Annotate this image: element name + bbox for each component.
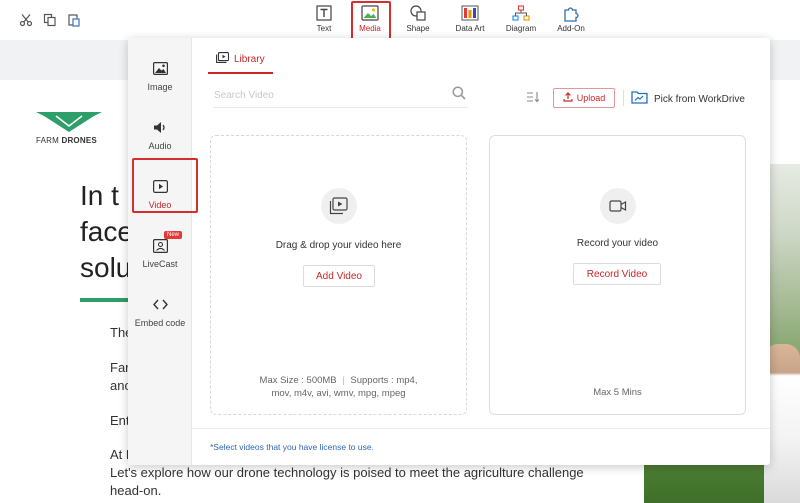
heading-line: face (80, 216, 133, 247)
diagram-icon (511, 4, 531, 22)
paragraph: Far (110, 360, 130, 375)
logo-text-light: FARM (36, 136, 60, 145)
image-icon (151, 61, 169, 77)
sidebar-item-label: Embed code (134, 317, 186, 328)
media-type-sidebar: Image Audio Video New LiveCast Embed cod… (128, 38, 198, 465)
toolbar-divider (623, 90, 624, 106)
search-icon[interactable] (452, 86, 466, 105)
search-input[interactable] (214, 84, 434, 106)
copy-icon[interactable] (42, 12, 58, 28)
video-highlight-box (132, 158, 198, 213)
upload-button[interactable]: Upload (553, 88, 615, 108)
page-heading: In t face solu (80, 178, 133, 286)
heading-line: In t (80, 180, 119, 211)
workdrive-label: Pick from WorkDrive (654, 94, 745, 105)
top-toolbar: Text Media Shape Data Art Diagram Add-On (0, 0, 800, 41)
add-video-button[interactable]: Add Video (303, 265, 375, 287)
pick-from-workdrive[interactable]: Pick from WorkDrive (631, 90, 745, 109)
speaker-icon (151, 120, 169, 136)
toolbar-diagram[interactable]: Diagram (498, 4, 544, 36)
sort-icon[interactable] (526, 90, 540, 108)
logo-text-bold: DRONES (61, 136, 97, 145)
heading-underline (80, 298, 130, 302)
sidebar-item-label: LiveCast (142, 258, 178, 269)
footer-divider (192, 428, 770, 429)
paragraph: Let's explore how our drone technology i… (110, 465, 584, 480)
upload-label: Upload (576, 93, 606, 103)
toolbar-add-on-label: Add-On (557, 24, 585, 33)
sidebar-item-label: Image (147, 81, 173, 92)
formats-text: mov, m4v, avi, wmv, mpg, mpeg (271, 388, 406, 399)
toolbar-add-on[interactable]: Add-On (548, 4, 594, 36)
sidebar-item-embed-code[interactable]: Embed code (128, 284, 192, 340)
farm-drones-logo (36, 112, 102, 132)
text-box-icon (314, 4, 334, 22)
license-note: *Select videos that you have license to … (210, 442, 374, 452)
record-limit: Max 5 Mins (593, 387, 642, 398)
toolbar-data-art[interactable]: Data Art (447, 4, 493, 36)
supports-text: Supports : mp4, (350, 375, 418, 386)
paragraph: head-on. (110, 483, 162, 498)
toolbar-text-label: Text (316, 24, 332, 33)
record-video-card: Record your video Record Video Max 5 Min… (489, 135, 746, 415)
library-icon (216, 50, 230, 68)
cut-icon[interactable] (18, 12, 34, 28)
record-title: Record your video (576, 238, 659, 249)
workdrive-icon (631, 90, 648, 109)
shape-icon (408, 4, 428, 22)
media-highlight-box (351, 1, 391, 41)
livecast-icon (151, 238, 169, 254)
upload-icon (563, 89, 573, 107)
camera-icon (600, 188, 636, 224)
sidebar-item-livecast[interactable]: New LiveCast (128, 225, 192, 281)
new-badge: New (164, 231, 183, 239)
bar-chart-icon (460, 4, 480, 22)
record-video-button[interactable]: Record Video (573, 263, 661, 285)
logo-text: FARM DRONES (36, 136, 97, 145)
max-size-text: Max Size : 500MB (259, 375, 337, 386)
sidebar-item-label: Audio (148, 140, 172, 151)
toolbar-shape-label: Shape (406, 24, 430, 33)
edit-tools (0, 12, 82, 28)
upload-limits-line: Max Size : 500MB | Supports : mp4, (259, 375, 418, 386)
paste-icon[interactable] (66, 12, 82, 28)
toolbar-shape[interactable]: Shape (395, 4, 441, 36)
tab-library[interactable]: Library (208, 46, 273, 74)
heading-line: solu (80, 252, 132, 283)
drop-zone-title: Drag & drop your video here (275, 240, 402, 251)
video-upload-icon (321, 188, 357, 224)
search-video-box (214, 84, 468, 108)
toolbar-data-art-label: Data Art (455, 24, 485, 33)
tab-library-label: Library (234, 53, 265, 65)
code-icon (151, 297, 169, 313)
toolbar-diagram-label: Diagram (505, 24, 537, 33)
toolbar-text[interactable]: Text (301, 4, 347, 36)
upload-limits: Max Size : 500MB | Supports : mp4, mov, … (211, 374, 466, 400)
paragraph: Ent (110, 413, 130, 428)
upload-drop-zone[interactable]: Drag & drop your video here Add Video Ma… (210, 135, 467, 415)
media-dialog: Image Audio Video New LiveCast Embed cod… (128, 38, 770, 465)
puzzle-icon (561, 4, 581, 22)
dialog-tabs: Library (208, 46, 273, 74)
sidebar-item-audio[interactable]: Audio (128, 107, 192, 163)
sidebar-item-image[interactable]: Image (128, 48, 192, 104)
